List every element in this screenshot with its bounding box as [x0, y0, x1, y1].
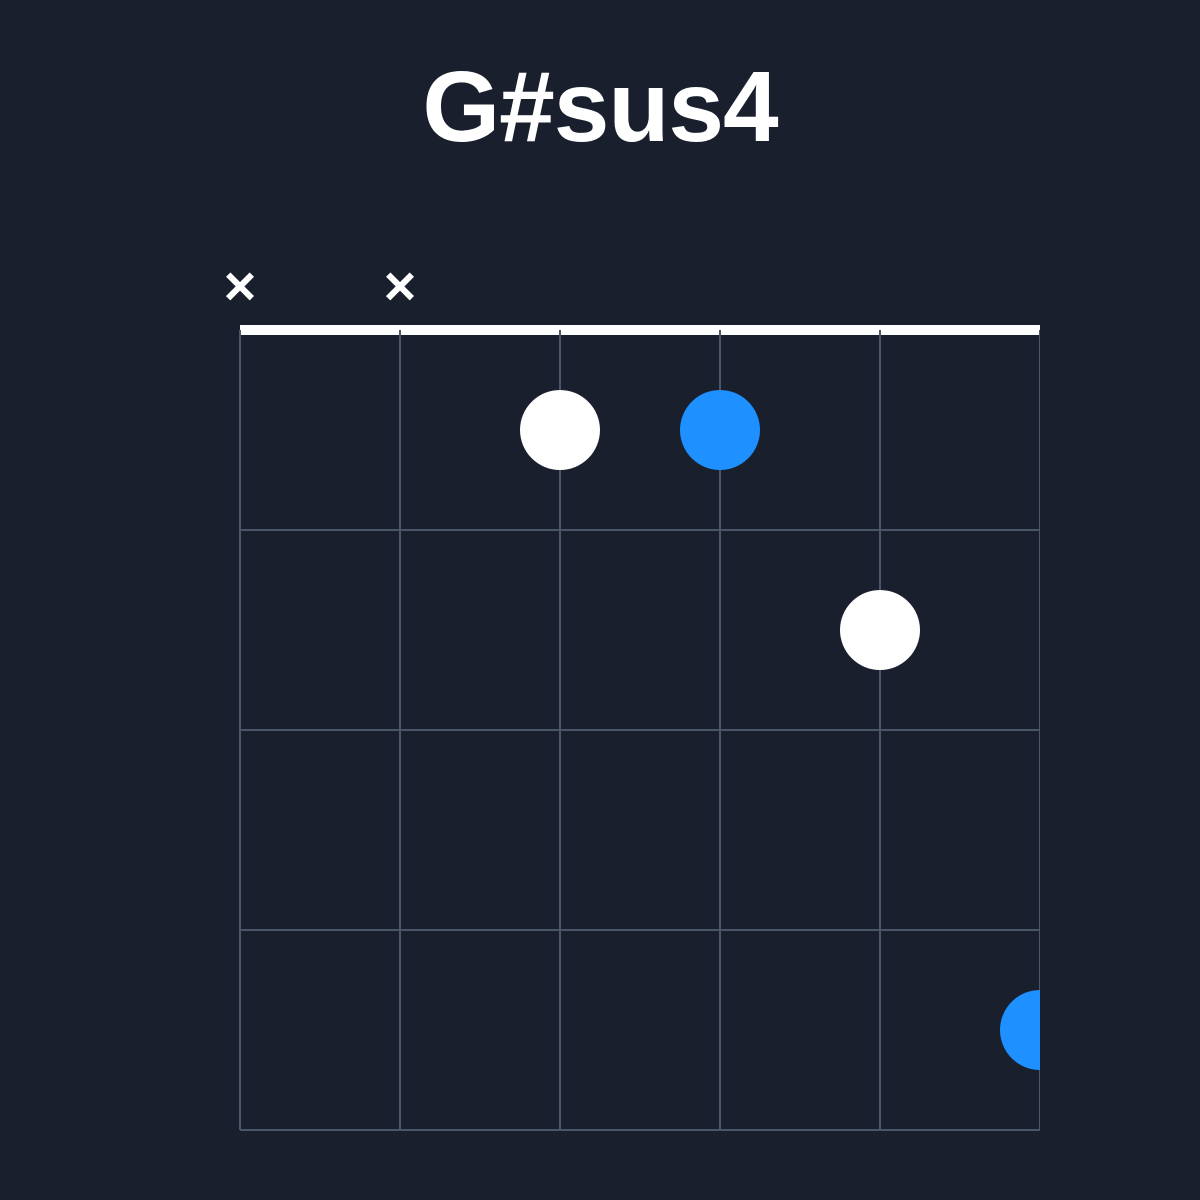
mute-mark-icon: ×	[384, 270, 417, 317]
finger-dot	[840, 590, 920, 670]
finger-dot-accent	[1000, 990, 1040, 1070]
chord-name-title: G#sus4	[0, 50, 1200, 165]
finger-dot	[520, 390, 600, 470]
finger-dot-accent	[680, 390, 760, 470]
mute-mark-icon: ×	[224, 270, 257, 317]
chord-diagram-container: G#sus4 1××	[0, 0, 1200, 1200]
fretboard-svg: 1××	[160, 270, 1040, 1170]
fretboard-diagram: 1××	[160, 270, 1040, 1170]
